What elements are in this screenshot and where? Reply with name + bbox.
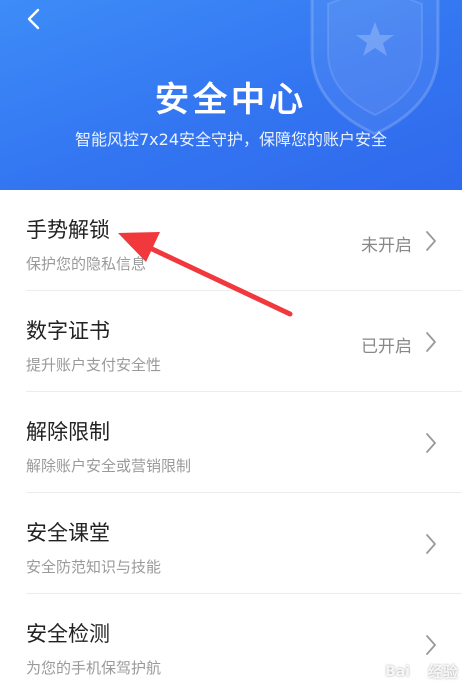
page-title: 安全中心 xyxy=(155,80,307,120)
item-title: 解除限制 xyxy=(26,420,110,444)
list-item-remove-restrictions[interactable]: 解除限制 解除账户安全或营销限制 xyxy=(26,392,462,493)
item-title: 安全检测 xyxy=(26,622,110,646)
item-subtitle: 解除账户安全或营销限制 xyxy=(26,457,192,475)
item-title: 安全课堂 xyxy=(26,521,110,545)
security-options-list: 手势解锁 保护您的隐私信息 未开启 数字证书 提升账户支付安全性 已开启 解除限… xyxy=(0,190,462,688)
list-item-gesture-unlock[interactable]: 手势解锁 保护您的隐私信息 未开启 xyxy=(26,190,462,291)
chevron-right-icon xyxy=(426,433,436,453)
item-title: 手势解锁 xyxy=(26,218,110,242)
item-subtitle: 保护您的隐私信息 xyxy=(26,255,147,273)
chevron-right-icon xyxy=(426,231,436,251)
watermark-latin: Bai xyxy=(385,663,410,680)
item-subtitle: 提升账户支付安全性 xyxy=(26,356,162,374)
back-arrow-icon xyxy=(27,8,40,30)
item-subtitle: 安全防范知识与技能 xyxy=(26,558,162,576)
item-title: 数字证书 xyxy=(26,319,110,343)
paw-icon xyxy=(412,665,424,678)
header-banner: 安全中心 智能风控7x24安全守护，保障您的账户安全 xyxy=(0,0,462,190)
list-item-digital-certificate[interactable]: 数字证书 提升账户支付安全性 已开启 xyxy=(26,291,462,392)
item-status: 未开启 xyxy=(361,236,412,256)
chevron-right-icon xyxy=(426,635,436,655)
back-button[interactable] xyxy=(18,4,48,34)
chevron-right-icon xyxy=(426,534,436,554)
list-item-security-class[interactable]: 安全课堂 安全防范知识与技能 xyxy=(26,493,462,594)
page-subtitle: 智能风控7x24安全守护，保障您的账户安全 xyxy=(74,130,387,149)
item-subtitle: 为您的手机保驾护航 xyxy=(26,659,162,677)
item-status: 已开启 xyxy=(361,337,412,357)
chevron-right-icon xyxy=(426,332,436,352)
watermark-cn: 经验 xyxy=(427,663,458,681)
security-center-screen: 安全中心 智能风控7x24安全守护，保障您的账户安全 手势解锁 保护您的隐私信息… xyxy=(0,0,462,688)
baidu-jingyan-watermark: Bai 经验 xyxy=(385,661,458,682)
